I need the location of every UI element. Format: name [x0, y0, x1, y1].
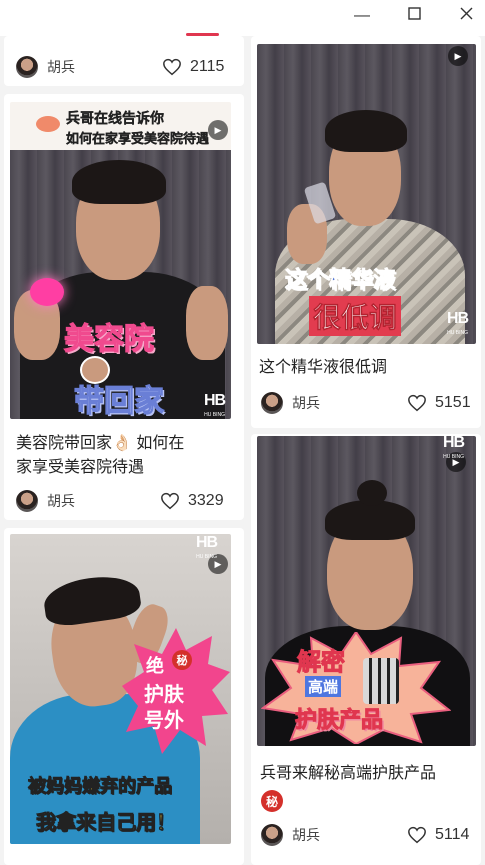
overlay-caption-1: 美容院	[63, 322, 154, 356]
like-count: 3329	[188, 492, 224, 509]
video-thumbnail[interactable]: ▶ HB HU BING 绝 秘 护肤 号外 被妈妈嫌弃的产品 我拿来自己用！	[10, 534, 231, 844]
avatar[interactable]	[261, 824, 283, 846]
hb-logo: HB HU BING	[204, 392, 226, 419]
overlay-badge-1: 绝	[146, 656, 164, 676]
hb-logo: HB HU BING	[447, 310, 469, 337]
video-thumbnail[interactable]: 兵哥在线告诉你 如何在家享受美容院待遇 ▶ 美容院 带回家 HB HU BING	[10, 102, 231, 419]
note-card-secret-products[interactable]: ▶ HB HU BING 解密 高端 护肤产品 兵哥来解秘高端护肤产品 秘 胡兵 …	[251, 434, 481, 865]
overlay-bottom-1: 被妈妈嫌弃的产品	[28, 776, 173, 797]
like-count: 5151	[435, 394, 471, 411]
play-icon: ▶	[208, 120, 228, 140]
hb-logo: HB HU BING	[196, 534, 218, 561]
minimize-button[interactable]: —	[342, 2, 382, 30]
like-button[interactable]: 2115	[162, 54, 224, 80]
person-hair-bun	[357, 480, 387, 506]
overlay-caption-1: 这个精华液	[284, 267, 396, 293]
like-button[interactable]: 5151	[407, 390, 471, 416]
minimize-icon: —	[354, 7, 370, 24]
like-count: 5114	[435, 826, 470, 843]
note-title[interactable]: 这个精华液很低调	[259, 356, 474, 380]
person-hair	[325, 500, 415, 540]
overlay-badge-3: 号外	[144, 710, 184, 732]
avatar[interactable]	[16, 56, 38, 78]
author-row[interactable]: 胡兵	[261, 390, 320, 416]
overlay-header-2: 如何在家享受美容院待遇	[66, 131, 210, 146]
lips-icon	[36, 116, 60, 132]
note-title-line-1: 美容院带回家👌🏻 如何在	[16, 435, 185, 452]
overlay-bottom-2: 我拿来自己用！	[36, 812, 177, 835]
close-icon	[460, 7, 473, 25]
like-button[interactable]: 3329	[160, 488, 224, 514]
note-title[interactable]: 兵哥来解秘高端护肤产品	[260, 762, 475, 786]
note-feed[interactable]: 胡兵 2115 ▶ 这个精华液 很低调 HB HU BING 这个精华液很低调 胡…	[0, 36, 485, 865]
note-card-partial[interactable]: 胡兵 2115	[4, 36, 244, 86]
close-button[interactable]	[446, 2, 485, 30]
person-hand-right	[186, 286, 228, 360]
like-count: 2115	[190, 58, 225, 75]
author-name[interactable]: 胡兵	[47, 57, 75, 77]
sparkle-graphic	[30, 278, 64, 306]
play-icon: ▶	[448, 46, 468, 66]
secret-badge: 秘	[261, 790, 283, 812]
overlay-caption-2: 高端	[305, 676, 342, 697]
heart-outline-icon	[408, 394, 426, 412]
overlay-caption-2: 带回家	[73, 384, 164, 418]
video-thumbnail[interactable]: ▶ HB HU BING 解密 高端 护肤产品	[257, 436, 476, 746]
hb-logo: HB HU BING	[443, 436, 465, 460]
note-card-salon[interactable]: 兵哥在线告诉你 如何在家享受美容院待遇 ▶ 美容院 带回家 HB HU BING …	[4, 94, 244, 520]
author-name[interactable]: 胡兵	[47, 491, 75, 511]
person-hair	[325, 110, 407, 152]
note-title-line-2: 家享受美容院待遇	[16, 459, 145, 476]
overlay-badge-2: 护肤	[144, 684, 184, 706]
inset-people-graphic	[363, 658, 399, 704]
avatar[interactable]	[16, 490, 38, 512]
like-button[interactable]: 5114	[407, 822, 469, 848]
heart-outline-icon	[408, 826, 426, 844]
overlay-caption-3: 护肤产品	[294, 707, 384, 733]
note-card-extra[interactable]: ▶ HB HU BING 绝 秘 护肤 号外 被妈妈嫌弃的产品 我拿来自己用！	[4, 528, 244, 865]
window-titlebar: —	[0, 0, 485, 36]
note-title[interactable]: 美容院带回家👌🏻 如何在 家享受美容院待遇	[16, 432, 236, 480]
person-hair	[72, 160, 166, 204]
heart-outline-icon	[161, 492, 179, 510]
heart-outline-icon	[163, 58, 181, 76]
overlay-caption-1: 解密	[297, 649, 346, 677]
author-row[interactable]: 胡兵	[16, 54, 75, 80]
maximize-icon	[407, 7, 421, 25]
author-row[interactable]: 胡兵	[261, 822, 320, 848]
author-row[interactable]: 胡兵	[16, 488, 75, 514]
author-name[interactable]: 胡兵	[292, 393, 320, 413]
overlay-secret-badge: 秘	[172, 650, 192, 670]
avatar[interactable]	[261, 392, 283, 414]
overlay-caption-2: 很低调	[309, 296, 402, 336]
author-name[interactable]: 胡兵	[292, 825, 320, 845]
note-card-essence[interactable]: ▶ 这个精华液 很低调 HB HU BING 这个精华液很低调 胡兵 5151	[251, 36, 481, 428]
video-thumbnail[interactable]: ▶ 这个精华液 很低调 HB HU BING	[257, 44, 476, 344]
maximize-button[interactable]	[394, 2, 434, 30]
overlay-header-1: 兵哥在线告诉你	[66, 110, 164, 126]
